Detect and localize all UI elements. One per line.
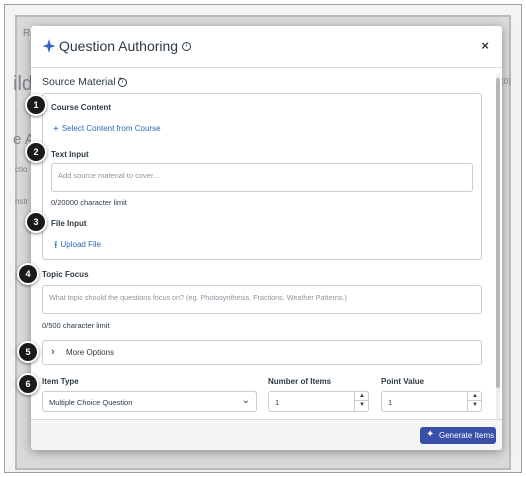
callout-badge-4: 4 [17, 263, 39, 285]
question-authoring-dialog: Question Authoring i × Source Material *… [31, 26, 502, 450]
callout-badge-3: 3 [25, 211, 47, 233]
scrollbar[interactable] [496, 74, 500, 420]
callout-badge-1: 1 [25, 94, 47, 116]
number-of-items-input[interactable]: 1 ▲ ▼ [268, 391, 369, 412]
point-value-input[interactable]: 1 ▲ ▼ [381, 391, 482, 412]
chevron-down-icon: ⌄ [241, 395, 250, 406]
topic-char-limit: 0/500 character limit [42, 321, 110, 330]
callout-badge-6: 6 [17, 373, 39, 395]
text-char-limit: 0/20000 character limit [51, 198, 127, 207]
topic-focus-input[interactable]: What topic should the questions focus on… [42, 285, 482, 314]
upload-file-label: Upload File [60, 240, 101, 249]
source-material-text: Source Material [42, 76, 116, 88]
scrollbar-thumb[interactable] [496, 78, 500, 388]
close-button[interactable]: × [481, 38, 489, 53]
more-options-label: More Options [66, 348, 115, 357]
sparkle-icon: ✦ [426, 429, 435, 440]
info-icon[interactable]: i [118, 78, 127, 87]
select-content-label: Select Content from Course [61, 124, 161, 133]
dialog-body: Source Material * i Course Content + Sele… [31, 69, 502, 419]
item-type-label: Item Type [42, 377, 79, 386]
number-of-items-value: 1 [275, 398, 280, 407]
generate-items-label: Generate Items [439, 431, 495, 440]
dialog-header: Question Authoring i × [31, 26, 502, 68]
quantity-stepper: ▲ ▼ [354, 392, 369, 411]
increment-button[interactable]: ▲ [468, 392, 482, 401]
dialog-title: Question Authoring [59, 38, 179, 54]
callout-badge-5: 5 [17, 341, 39, 363]
decrement-button[interactable]: ▼ [468, 401, 482, 410]
item-type-select[interactable]: Multiple Choice Question ⌄ [42, 391, 257, 412]
item-type-value: Multiple Choice Question [49, 398, 133, 407]
background-text: ctio [15, 165, 28, 174]
increment-button[interactable]: ▲ [355, 392, 369, 401]
chevron-right-icon: › [51, 346, 55, 358]
info-icon[interactable]: i [182, 42, 191, 51]
generate-items-button[interactable]: ✦ Generate Items [420, 427, 496, 444]
source-text-input[interactable]: Add source material to cover... [51, 163, 473, 192]
source-material-box: Course Content + Select Content from Cour… [42, 93, 482, 260]
quantity-stepper: ▲ ▼ [467, 392, 482, 411]
callout-badge-2: 2 [25, 141, 47, 163]
more-options-toggle[interactable]: › More Options [42, 340, 482, 365]
text-input-label: Text Input [51, 150, 89, 159]
decrement-button[interactable]: ▼ [355, 401, 369, 410]
point-value-value: 1 [388, 398, 393, 407]
upload-icon: ⭱ [54, 240, 58, 251]
select-content-link[interactable]: + Select Content from Course [53, 124, 161, 135]
file-input-label: File Input [51, 219, 87, 228]
dialog-footer: ✦ Generate Items [31, 419, 502, 450]
background-heading: ild [13, 73, 34, 95]
course-content-label: Course Content [51, 103, 111, 112]
number-of-items-label: Number of Items [268, 377, 332, 386]
source-material-label: Source Material * [42, 76, 122, 88]
background-count: (0) [501, 77, 511, 86]
sparkle-icon [42, 39, 56, 53]
upload-file-link[interactable]: ⭱ Upload File [54, 238, 101, 255]
point-value-label: Point Value [381, 377, 425, 386]
topic-focus-label: Topic Focus [42, 270, 89, 279]
background-text: nstr [15, 197, 29, 206]
plus-icon: + [53, 124, 59, 135]
